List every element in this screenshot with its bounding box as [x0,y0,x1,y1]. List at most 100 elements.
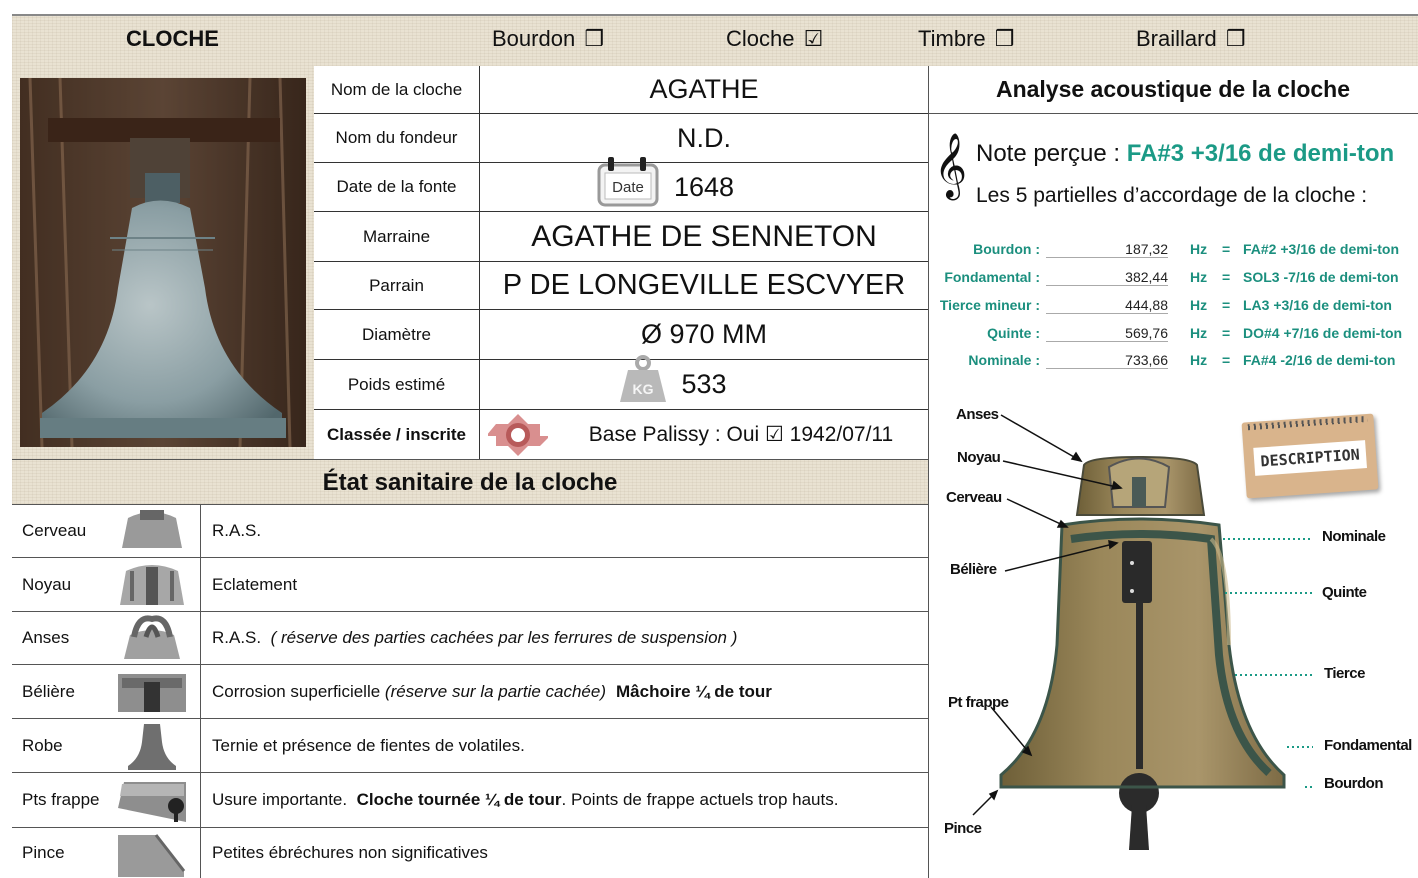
partial-note: DO#4 +7/16 de demi-ton [1243,325,1403,341]
partial-eq: = [1222,241,1231,257]
description-tag[interactable]: DESCRIPTION [1241,413,1379,499]
etat-title: État sanitaire de la cloche [322,469,618,496]
etat-row-noyau: Noyau Eclatement [12,558,928,612]
diagram-label-tierce: Tierce [1324,665,1365,682]
type-braillard-label: Braillard [1136,26,1217,51]
etat-part-name: Bélière [22,681,75,701]
anses-part-icon [116,615,192,666]
diagram-label-bourdon: Bourdon [1324,775,1383,792]
acoustique-title: Analyse acoustique de la cloche [928,66,1418,114]
cloche-checkbox[interactable]: ☑ [804,26,824,52]
etat-desc-italic: ( réserve des parties cachées par les fe… [270,628,738,647]
note-value: FA#3 +3/16 de demi-ton [1126,140,1395,167]
type-header-bar: CLOCHE Bourdon ❒ Cloche ☑ Timbre ❒ Brail… [12,14,1418,66]
partial-eq: = [1222,352,1231,368]
pince-part-icon [116,831,192,878]
bourdon-checkbox[interactable]: ❒ [584,26,604,52]
diagram-label-beliere: Bélière [950,561,997,578]
timbre-checkbox[interactable]: ❒ [995,26,1015,52]
info-label: Date de la fonte [314,163,480,211]
partial-note: FA#4 -2/16 de demi-ton [1243,352,1396,368]
etat-desc: R.A.S. ( réserve des parties cachées par… [200,612,737,664]
date-value-cell: Date 1648 [480,157,928,211]
etat-desc-plain: R.A.S. [212,628,271,647]
etat-desc-plain: Usure importante. [212,790,357,809]
date-value: 1648 [673,171,735,202]
partial-eq: = [1222,297,1231,313]
beliere-part-icon [116,668,192,719]
palissy-value: Base Palissy : Oui ☑ 1942/07/11 [588,423,894,446]
partial-note: LA3 +3/16 de demi-ton [1243,297,1392,313]
etat-desc: Usure importante. Cloche tournée ¼ de to… [200,773,838,827]
partial-freq: 569,76 [1046,325,1168,342]
svg-text:Date: Date [612,179,644,196]
note-label: Note perçue : [976,140,1127,167]
partial-name: Fondamental : [944,269,1040,285]
partial-freq: 733,66 [1046,352,1168,369]
etat-desc-bold: Cloche tournée ¼ de tour [356,790,562,809]
type-cloche-label: Cloche [726,26,795,51]
braillard-checkbox[interactable]: ❒ [1226,26,1246,52]
frappe-part-icon [116,776,192,829]
partial-eq: = [1222,269,1231,285]
etat-header: État sanitaire de la cloche [12,459,928,505]
partial-unit: Hz [1190,269,1208,285]
cerveau-part-icon [116,508,192,557]
partial-note: FA#2 +3/16 de demi-ton [1243,241,1399,257]
calendar-icon: Date [596,157,660,207]
partial-row: Bourdon : 187,32 Hz = FA#2 +3/16 de demi… [0,241,1418,267]
partials-title: Les 5 partielles d’accordage de la cloch… [976,184,1368,207]
partial-freq: 187,32 [1046,241,1168,258]
etat-part-name: Cerveau [22,521,87,540]
partial-row: Quinte : 569,76 Hz = DO#4 +7/16 de demi-… [0,325,1418,351]
description-tag-label: DESCRIPTION [1253,440,1367,476]
info-label: Nom du fondeur [314,114,480,162]
info-row-date: Date de la fonte Date 1648 [314,157,928,212]
diagram-label-noyau: Noyau [957,449,1001,466]
etat-desc-plain: Corrosion superficielle [212,681,385,701]
note-percue: Note perçue : FA#3 +3/16 de demi-ton [976,140,1394,168]
etat-row-beliere: Bélière Corrosion superficielle (réserve… [12,665,928,719]
partial-note: SOL3 -7/16 de demi-ton [1243,269,1399,285]
partial-row: Nominale : 733,66 Hz = FA#4 -2/16 de dem… [0,352,1418,378]
info-label: Classée / inscrite [314,410,480,459]
partial-name: Tierce mineur : [939,297,1040,313]
etat-desc: Ternie et présence de fientes de volatil… [200,719,525,772]
etat-part-name: Pts frappe [22,790,100,809]
partial-name: Bourdon : [973,241,1040,257]
info-row-classee: Classée / inscrite Base Palissy : Oui ☑ … [314,410,928,459]
partial-unit: Hz [1190,297,1208,313]
diagram-label-pince: Pince [944,820,982,837]
etat-part-name: Anses [22,628,70,647]
etat-desc: Corrosion superficielle (réserve sur la … [200,665,772,718]
type-timbre-label: Timbre [918,26,986,51]
founder-value: N.D. [677,122,731,153]
etat-part-name: Robe [22,735,63,755]
partial-row: Tierce mineur : 444,88 Hz = LA3 +3/16 de… [0,297,1418,323]
etat-part-name: Noyau [22,574,72,594]
bell-name-value: AGATHE [649,74,759,104]
info-row-name: Nom de la cloche AGATHE [314,66,928,114]
partial-unit: Hz [1190,241,1208,257]
type-bourdon: Bourdon ❒ [492,26,604,52]
etat-row-pince: Pince Petites ébréchures non significati… [12,828,928,878]
etat-desc: Eclatement [200,558,297,611]
diagram-label-anses: Anses [956,406,999,423]
cloche-title: CLOCHE [126,26,219,51]
partial-freq: 444,88 [1046,297,1168,314]
diagram-label-quinte: Quinte [1322,584,1367,601]
partial-name: Nominale : [968,352,1040,368]
type-cloche: Cloche ☑ [726,26,823,52]
classee-value-cell: Base Palissy : Oui ☑ 1942/07/11 [480,410,928,459]
robe-part-icon [116,722,192,775]
diagram-label-fondamental: Fondamental [1324,737,1412,754]
partial-freq: 382,44 [1046,269,1168,286]
type-timbre: Timbre ❒ [918,26,1015,52]
monument-historique-icon [486,412,550,458]
partial-unit: Hz [1190,325,1208,341]
etat-desc: Petites ébréchures non significatives [200,828,488,878]
type-bourdon-label: Bourdon [492,26,576,51]
diagram-label-pt-frappe: Pt frappe [948,694,1009,711]
etat-row-robe: Robe Ternie et présence de fientes de vo… [12,719,928,773]
partial-eq: = [1222,325,1231,341]
